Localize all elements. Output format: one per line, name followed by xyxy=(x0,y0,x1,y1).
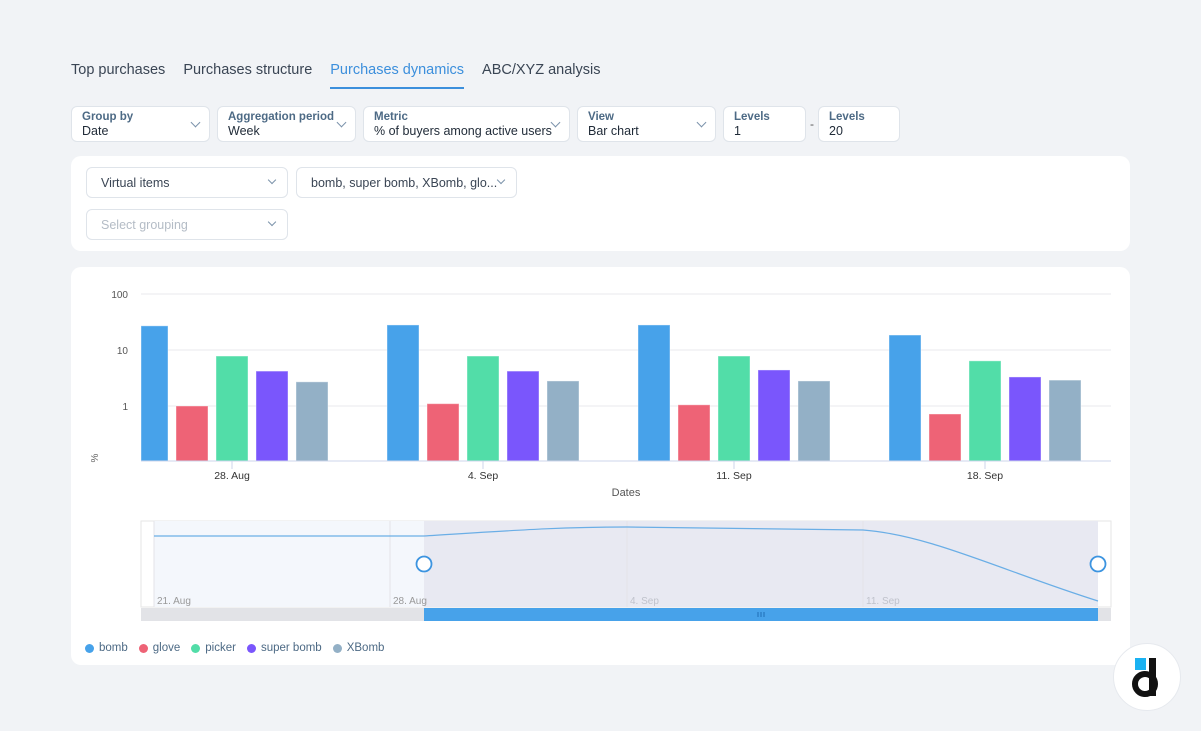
levels-to-label: Levels xyxy=(829,111,865,123)
tab-abc-xyz-analysis[interactable]: ABC/XYZ analysis xyxy=(482,62,600,89)
group-by-select[interactable]: Group by Date xyxy=(71,106,210,142)
legend-marker-icon xyxy=(246,643,256,653)
legend-label: bomb xyxy=(99,642,128,654)
tab-top-purchases[interactable]: Top purchases xyxy=(71,62,165,89)
legend-marker-icon xyxy=(85,643,94,653)
aggregation-period-label: Aggregation period xyxy=(228,111,335,123)
aggregation-period-select[interactable]: Aggregation period Week xyxy=(217,106,356,142)
chevron-down-icon xyxy=(267,217,277,227)
chevron-down-icon xyxy=(496,175,506,185)
legend-label: picker xyxy=(205,642,236,654)
levels-from-input[interactable]: Levels 1 xyxy=(723,106,806,142)
metric-value: % of buyers among active users xyxy=(374,124,552,138)
filter-bar: Group by Date Aggregation period Week Me… xyxy=(71,106,900,142)
levels-from-value: 1 xyxy=(734,124,741,138)
chevron-down-icon xyxy=(267,175,277,185)
chart-legend: bomb glove picker super bomb XBomb xyxy=(85,642,384,654)
legend-label: glove xyxy=(152,642,181,654)
legend-label: XBomb xyxy=(346,642,385,654)
legend-item-glove[interactable]: glove xyxy=(138,642,181,654)
items-select[interactable]: bomb, super bomb, XBomb, glo... xyxy=(296,167,517,198)
view-value: Bar chart xyxy=(588,124,639,138)
tab-bar: Top purchases Purchases structure Purcha… xyxy=(71,62,601,89)
legend-label: super bomb xyxy=(260,642,322,654)
view-select[interactable]: View Bar chart xyxy=(577,106,716,142)
legend-marker-icon xyxy=(332,643,342,653)
legend-item-bomb[interactable]: bomb xyxy=(85,642,128,654)
levels-separator: - xyxy=(810,117,814,131)
levels-from-label: Levels xyxy=(734,111,770,123)
levels-to-value: 20 xyxy=(829,124,843,138)
legend-marker-icon xyxy=(191,643,201,653)
item-type-value: Virtual items xyxy=(101,176,170,190)
grouping-select[interactable]: Select grouping xyxy=(86,209,288,240)
metric-select[interactable]: Metric % of buyers among active users xyxy=(363,106,570,142)
legend-item-super-bomb[interactable]: super bomb xyxy=(246,642,322,654)
group-by-value: Date xyxy=(82,124,109,138)
aggregation-period-value: Week xyxy=(228,124,260,138)
levels-to-input[interactable]: Levels 20 xyxy=(818,106,900,142)
view-label: View xyxy=(588,111,614,123)
group-by-label: Group by xyxy=(82,111,134,123)
legend-item-xbomb[interactable]: XBomb xyxy=(332,642,385,654)
devtodev-logo xyxy=(1113,643,1181,711)
tab-purchases-dynamics[interactable]: Purchases dynamics xyxy=(330,62,465,89)
legend-marker-icon xyxy=(138,643,148,653)
items-value: bomb, super bomb, XBomb, glo... xyxy=(311,176,498,190)
chart-card xyxy=(71,267,1130,665)
item-type-select[interactable]: Virtual items xyxy=(86,167,288,198)
grouping-placeholder: Select grouping xyxy=(101,218,188,232)
logo-icon xyxy=(1132,658,1158,697)
segment-card: Virtual items bomb, super bomb, XBomb, g… xyxy=(71,156,1130,251)
tab-purchases-structure[interactable]: Purchases structure xyxy=(183,62,312,89)
metric-label: Metric xyxy=(374,111,408,123)
legend-item-picker[interactable]: picker xyxy=(191,642,236,654)
